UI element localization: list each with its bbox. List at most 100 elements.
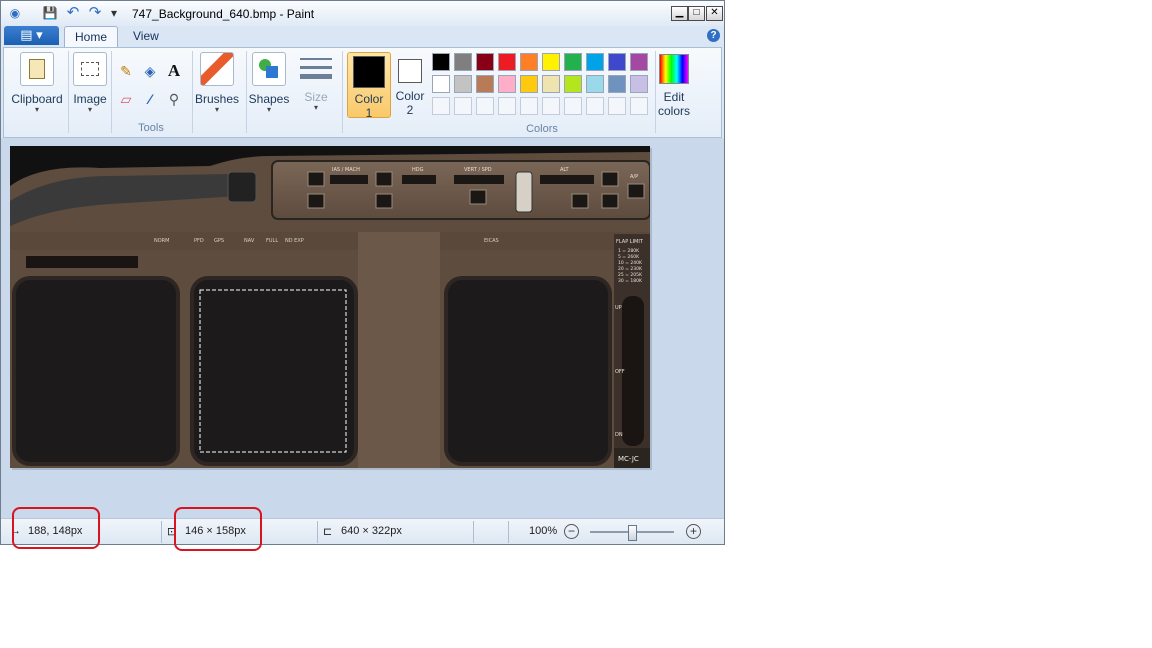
clipboard-label: Clipboard xyxy=(11,92,63,106)
flap-dn-label: DN xyxy=(615,432,623,438)
color2-button[interactable]: Color 2 xyxy=(393,52,427,117)
palette-swatch[interactable] xyxy=(476,75,494,93)
color1-label: Color xyxy=(354,92,384,106)
fill-bucket-icon[interactable]: ◈ xyxy=(140,61,160,81)
tools-group: ✎ ◈ A ▱ ⁄ ⚲ Tools xyxy=(112,50,190,136)
palette-empty-swatch[interactable] xyxy=(498,97,516,115)
palette-swatch[interactable] xyxy=(454,53,472,71)
zoom-slider-thumb[interactable] xyxy=(628,525,637,541)
flap-up-label: UP xyxy=(615,305,622,311)
undo-icon[interactable]: ↶ xyxy=(65,5,81,21)
palette-swatch[interactable] xyxy=(432,75,450,93)
paint-app-icon[interactable]: ◉ xyxy=(6,5,24,21)
size-button[interactable]: Size ▾ xyxy=(296,52,336,112)
tab-view[interactable]: View xyxy=(123,26,169,46)
eraser-icon[interactable]: ▱ xyxy=(116,89,136,109)
colors-label: Colors xyxy=(526,123,558,135)
help-icon[interactable]: ? xyxy=(707,29,720,42)
close-button[interactable]: ✕ xyxy=(706,6,723,21)
palette-swatch[interactable] xyxy=(630,53,648,71)
flap-off-label: OFF xyxy=(615,369,625,375)
palette-empty-swatch[interactable] xyxy=(476,97,494,115)
file-menu-button[interactable]: ▤ ▾ xyxy=(4,26,59,45)
palette-empty-swatch[interactable] xyxy=(608,97,626,115)
color1-number: 1 xyxy=(365,106,373,120)
pencil-icon[interactable]: ✎ xyxy=(116,61,136,81)
minimize-button[interactable]: ▁ xyxy=(671,6,688,21)
color1-button[interactable]: Color 1 xyxy=(347,52,391,120)
palette-empty-swatch[interactable] xyxy=(432,97,450,115)
color-picker-icon[interactable]: ⁄ xyxy=(140,89,160,109)
flap-limit-label: FLAP LIMIT xyxy=(616,239,644,245)
brushes-button[interactable]: Brushes ▾ xyxy=(194,52,240,114)
palette-swatch[interactable] xyxy=(476,53,494,71)
shapes-button[interactable]: Shapes ▾ xyxy=(248,52,290,114)
palette-swatch[interactable] xyxy=(498,75,516,93)
color2-label: Color xyxy=(395,89,425,103)
palette-empty-swatch[interactable] xyxy=(454,97,472,115)
flap-limit-row: 10 = 240K xyxy=(618,260,643,266)
shapes-label: Shapes xyxy=(248,92,290,106)
palette-swatch[interactable] xyxy=(542,53,560,71)
zoom-in-button[interactable]: + xyxy=(686,524,701,539)
palette-swatch[interactable] xyxy=(630,75,648,93)
quick-access-menu-icon[interactable]: ▾ xyxy=(108,5,120,21)
image-size: 640 × 322px xyxy=(341,525,402,537)
annotation-selection-highlight xyxy=(174,507,262,551)
select-icon xyxy=(73,52,107,86)
palette-swatch[interactable] xyxy=(564,75,582,93)
size-label: Size xyxy=(304,90,328,104)
flap-limit-row: 1 = 280K xyxy=(618,248,640,254)
palette-empty-swatch[interactable] xyxy=(564,97,582,115)
redo-icon[interactable]: ↷ xyxy=(87,5,103,21)
window-title: 747_Background_640.bmp - Paint xyxy=(132,7,315,21)
edit-colors-label: Edit xyxy=(663,90,685,104)
zoom-out-button[interactable]: − xyxy=(564,524,579,539)
edit-colors-label-2: colors xyxy=(657,104,690,118)
palette-empty-swatch[interactable] xyxy=(586,97,604,115)
ribbon-tabs: ▤ ▾ Home View ? xyxy=(1,26,724,47)
palette-empty-swatch[interactable] xyxy=(520,97,538,115)
rainbow-icon xyxy=(659,54,689,84)
palette-swatch[interactable] xyxy=(586,75,604,93)
image-label: Image xyxy=(73,92,107,106)
save-icon[interactable]: 💾 xyxy=(41,5,59,21)
annotation-cursor-highlight xyxy=(12,507,100,549)
tools-label: Tools xyxy=(138,122,164,134)
palette-swatch[interactable] xyxy=(608,53,626,71)
shapes-icon xyxy=(252,52,286,86)
zoom-level: 100% xyxy=(529,525,558,537)
image-canvas[interactable]: IAS / MACH HDG VERT / SPD ALT A/P NORM P… xyxy=(10,146,650,468)
palette-swatch[interactable] xyxy=(608,75,626,93)
magnifier-icon[interactable]: ⚲ xyxy=(164,89,184,109)
image-size-icon: ⊏ xyxy=(323,526,333,538)
clipboard-icon xyxy=(20,52,54,86)
palette-swatch[interactable] xyxy=(454,75,472,93)
color-palette xyxy=(432,53,652,123)
text-icon[interactable]: A xyxy=(164,61,184,81)
maximize-button[interactable]: □ xyxy=(688,6,705,21)
panel-label-ias: IAS / MACH xyxy=(332,167,360,173)
brushes-label: Brushes xyxy=(194,92,240,106)
chevron-down-icon: ▾ xyxy=(214,105,219,114)
panel-label-full: FULL xyxy=(266,238,278,244)
palette-swatch[interactable] xyxy=(498,53,516,71)
palette-swatch[interactable] xyxy=(520,53,538,71)
palette-swatch[interactable] xyxy=(586,53,604,71)
panel-label-norm: NORM xyxy=(154,238,169,244)
image-button[interactable]: Image ▾ xyxy=(71,52,109,114)
panel-label-hdg: HDG xyxy=(412,167,424,173)
palette-swatch[interactable] xyxy=(564,53,582,71)
panel-label-eicas: EICAS xyxy=(484,238,499,244)
clipboard-button[interactable]: Clipboard ▾ xyxy=(10,52,64,114)
palette-swatch[interactable] xyxy=(520,75,538,93)
palette-empty-swatch[interactable] xyxy=(542,97,560,115)
tab-home[interactable]: Home xyxy=(64,26,119,47)
panel-label-nd-exp: ND EXP xyxy=(285,238,304,244)
color2-number: 2 xyxy=(406,103,414,117)
palette-swatch[interactable] xyxy=(432,53,450,71)
edit-colors-button[interactable]: Edit colors xyxy=(656,52,692,118)
palette-empty-swatch[interactable] xyxy=(630,97,648,115)
canvas-workspace[interactable]: IAS / MACH HDG VERT / SPD ALT A/P NORM P… xyxy=(1,138,724,518)
palette-swatch[interactable] xyxy=(542,75,560,93)
